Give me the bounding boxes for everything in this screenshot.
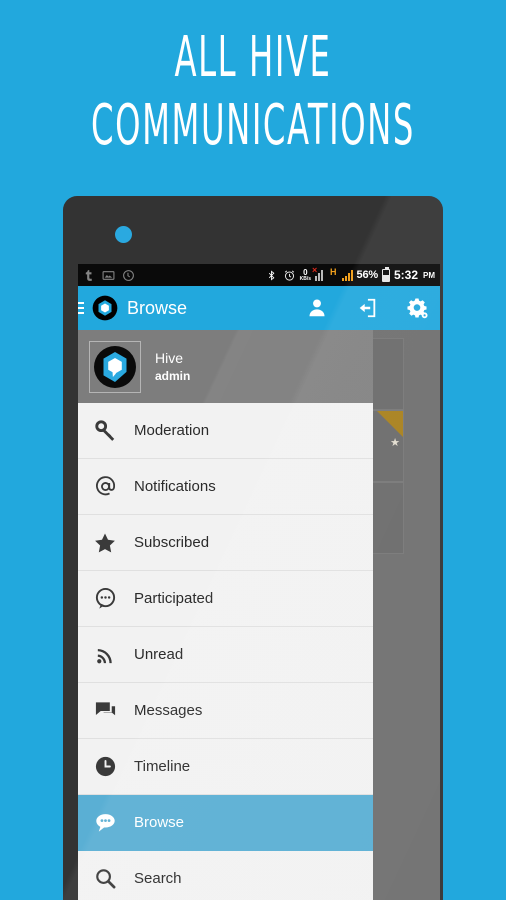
star-icon [92,530,118,556]
key-icon [92,418,118,444]
logout-icon[interactable] [356,297,378,319]
headline-line-1: ALL HIVE [174,23,332,90]
clock-period: PM [423,270,435,280]
menu-item-label: Notifications [134,478,216,495]
star-ribbon-icon: ★ [377,411,403,449]
network-type-label: H [330,267,337,277]
menu-item-label: Browse [134,814,185,831]
drawer-account-header[interactable]: Hive admin [78,330,373,403]
signal-bars-no-service: × [312,265,326,281]
clock-time: 5:32 [393,268,418,282]
front-camera [115,226,132,243]
menu-item-messages[interactable]: Messages [78,683,373,739]
menu-item-notifications[interactable]: Notifications [78,459,373,515]
menu-item-label: Moderation [134,422,210,439]
no-service-x-mark: × [312,264,318,275]
menu-item-moderation[interactable]: Moderation [78,403,373,459]
tumblr-icon [82,269,95,282]
data-rate-indicator: 0 KB/s [299,268,312,282]
chat-bubbles-icon [92,698,118,724]
promo-headline: ALL HIVE COMMUNICATIONS [0,23,506,155]
account-role: admin [155,368,191,383]
page-title: Browse [127,297,188,318]
drawer-menu: Moderation Notifications Subscribed Part… [78,403,373,900]
hive-hexagon-logo [92,295,118,321]
hamburger-menu-icon[interactable] [78,302,84,314]
at-sign-icon [92,474,118,500]
app-bar-actions [306,297,428,319]
status-bar-left-icons [82,269,135,282]
magnifier-icon [92,866,118,892]
avatar[interactable] [89,340,141,393]
status-bar: 0 KB/s × H 56% 5:32 PM [78,264,440,286]
navigation-drawer: Hive admin Moderation Notifications Subs… [78,330,373,900]
badge-icon [122,269,135,282]
menu-item-unread[interactable]: Unread [78,627,373,683]
menu-item-label: Participated [134,590,214,607]
alarm-clock-icon [283,269,296,282]
battery-percent-label: 56% [356,269,379,281]
account-name: Hive [155,349,184,366]
menu-item-search[interactable]: Search [78,851,373,900]
menu-item-participated[interactable]: Participated [78,571,373,627]
battery-icon [381,266,390,282]
app-bar: Browse [78,286,440,330]
comment-dots-icon [92,586,118,612]
drawer-account-text: Hive admin [155,349,190,384]
menu-item-label: Subscribed [134,534,210,551]
status-bar-right-icons: 0 KB/s × H 56% 5:32 PM [266,265,435,282]
phone-screen: 0 KB/s × H 56% 5:32 PM Browse ★ Hive adm… [78,264,440,900]
image-icon [102,269,115,282]
menu-item-label: Messages [134,702,203,719]
speech-dots-icon [92,810,118,836]
bluetooth-icon [266,269,279,282]
data-rate-unit: KB/s [299,275,312,282]
hive-hexagon-avatar [93,345,137,389]
menu-item-subscribed[interactable]: Subscribed [78,515,373,571]
clock-icon [92,754,118,780]
menu-item-label: Timeline [134,758,191,775]
headline-line-2: COMMUNICATIONS [91,91,415,157]
rss-feed-icon [92,642,118,668]
signal-bars [341,269,353,281]
menu-item-label: Unread [134,646,184,663]
profile-icon[interactable] [306,297,328,319]
menu-item-timeline[interactable]: Timeline [78,739,373,795]
phone-device-frame: 0 KB/s × H 56% 5:32 PM Browse ★ Hive adm… [63,196,443,900]
menu-item-browse[interactable]: Browse [78,795,373,851]
settings-gear-icon[interactable] [406,297,428,319]
menu-item-label: Search [134,870,182,887]
